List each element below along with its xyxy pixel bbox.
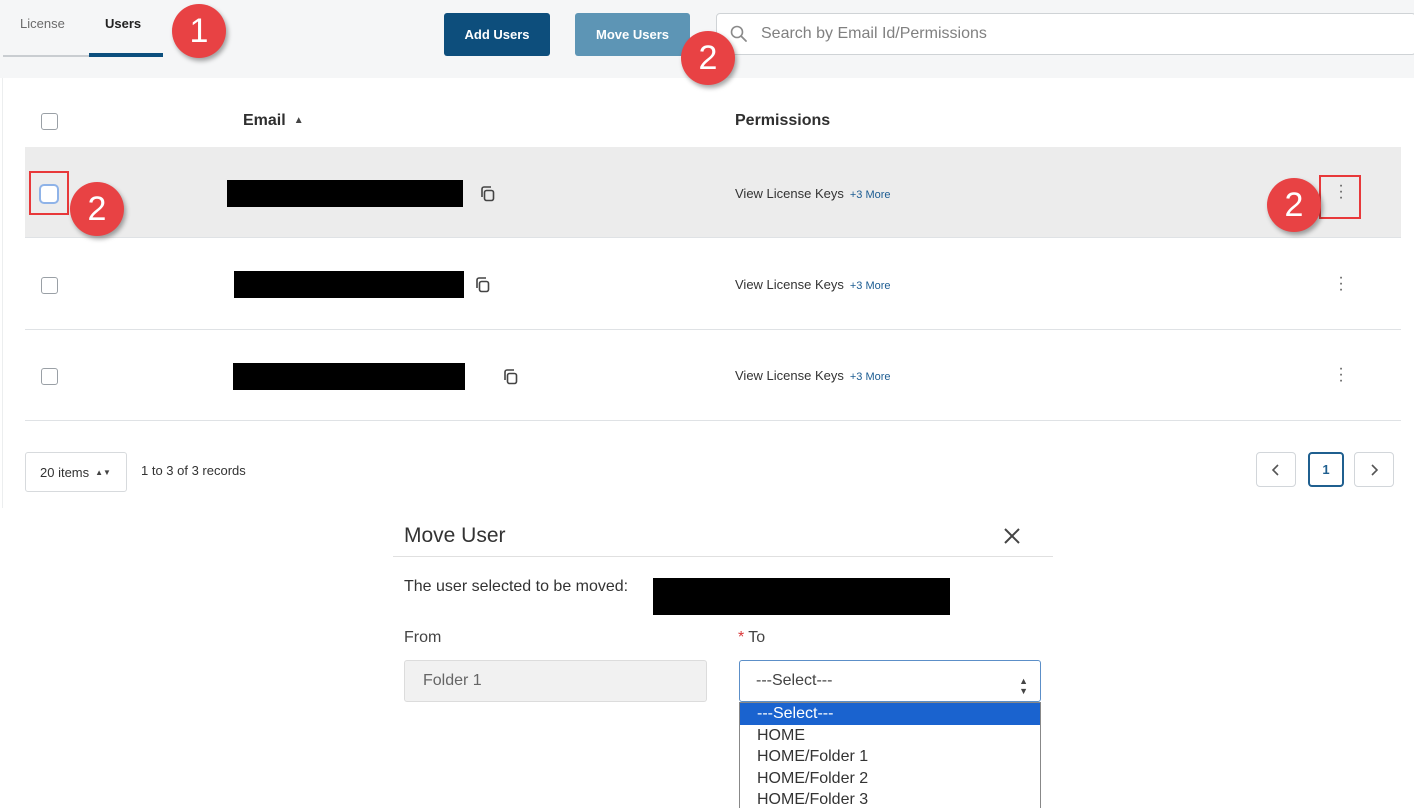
move-users-button[interactable]: Move Users: [575, 13, 690, 56]
select-all-checkbox[interactable]: [41, 113, 58, 130]
more-permissions-link[interactable]: +3 More: [850, 371, 891, 383]
tab-users[interactable]: Users: [105, 16, 141, 31]
email-redacted: [227, 180, 463, 207]
copy-icon[interactable]: [478, 184, 498, 204]
selected-user-redacted: [653, 578, 950, 615]
dialog-message: The user selected to be moved:: [404, 578, 629, 595]
column-header-permissions: Permissions: [735, 112, 831, 129]
required-mark: *: [738, 629, 745, 646]
highlight-checkbox: [29, 171, 69, 215]
email-redacted: [233, 363, 465, 390]
dropdown-option[interactable]: HOME: [740, 725, 1040, 747]
step-badge-2: 2: [681, 31, 735, 85]
users-table: Email ▲ Permissions View License Keys +3 M…: [2, 78, 1414, 508]
dropdown-option[interactable]: HOME/Folder 3: [740, 789, 1040, 808]
move-user-dialog: Move User The user selected to be moved:…: [393, 512, 1053, 808]
close-icon[interactable]: [1000, 524, 1024, 548]
more-permissions-link[interactable]: +3 More: [850, 189, 891, 201]
sort-icon[interactable]: ▲: [294, 115, 304, 126]
copy-icon[interactable]: [501, 367, 521, 387]
dropdown-option[interactable]: HOME/Folder 1: [740, 746, 1040, 768]
search-input[interactable]: Search by Email Id/Permissions: [716, 13, 1414, 55]
dropdown-option[interactable]: HOME/Folder 2: [740, 768, 1040, 790]
permission-text: View License Keys +3 More: [735, 277, 891, 292]
step-badge-2: 2: [1267, 178, 1321, 232]
select-arrows-icon: ▲ ▼: [1019, 676, 1028, 696]
search-icon: [730, 25, 747, 42]
from-label: From: [404, 629, 442, 646]
previous-page-button[interactable]: [1256, 452, 1296, 487]
search-placeholder: Search by Email Id/Permissions: [761, 25, 987, 42]
column-header-email[interactable]: Email ▲: [243, 112, 304, 130]
next-page-button[interactable]: [1354, 452, 1394, 487]
to-label: * To: [738, 629, 765, 647]
tab-license[interactable]: License: [20, 16, 65, 31]
more-permissions-link[interactable]: +3 More: [850, 280, 891, 292]
add-users-button[interactable]: Add Users: [444, 13, 550, 56]
page-size-label: 20 items: [40, 464, 90, 480]
page-size-select[interactable]: 20 items ▲▼: [25, 452, 127, 492]
copy-icon[interactable]: [473, 275, 493, 295]
permission-label: View License Keys: [735, 368, 844, 383]
permission-text: View License Keys +3 More: [735, 368, 891, 383]
row-checkbox[interactable]: [41, 368, 58, 385]
to-label-text: To: [748, 629, 766, 646]
highlight-more-options: [1319, 175, 1361, 219]
row-checkbox[interactable]: [41, 277, 58, 294]
permission-label: View License Keys: [735, 186, 844, 201]
from-field: Folder 1: [404, 660, 707, 702]
chevron-left-icon: [1271, 463, 1279, 476]
step-badge-2: 2: [70, 182, 124, 236]
records-count: 1 to 3 of 3 records: [141, 463, 246, 478]
dialog-title: Move User: [404, 524, 506, 547]
email-redacted: [234, 271, 464, 298]
dialog-divider: [393, 556, 1053, 557]
dropdown-option[interactable]: ---Select---: [740, 703, 1040, 725]
more-options-icon[interactable]: · · ·: [1337, 361, 1345, 389]
step-badge-1: 1: [172, 4, 226, 58]
active-tab-indicator: [89, 53, 163, 57]
page-1-button[interactable]: 1: [1308, 452, 1344, 487]
column-header-email-label: Email: [243, 112, 286, 129]
table-row[interactable]: View License Keys +3 More · · ·: [25, 147, 1401, 238]
chevron-right-icon: [1371, 463, 1379, 476]
table-row[interactable]: View License Keys +3 More · · ·: [25, 330, 1401, 421]
more-options-icon[interactable]: · · ·: [1337, 270, 1345, 298]
to-dropdown-list: ---Select--- HOME HOME/Folder 1 HOME/Fol…: [739, 702, 1041, 808]
permission-text: View License Keys +3 More: [735, 186, 891, 201]
permission-label: View License Keys: [735, 277, 844, 292]
to-select-value: ---Select---: [756, 672, 833, 689]
sort-icon: ▲▼: [95, 467, 111, 477]
table-row[interactable]: View License Keys +3 More · · ·: [25, 239, 1401, 330]
to-select[interactable]: ---Select--- ▲ ▼: [739, 660, 1041, 702]
